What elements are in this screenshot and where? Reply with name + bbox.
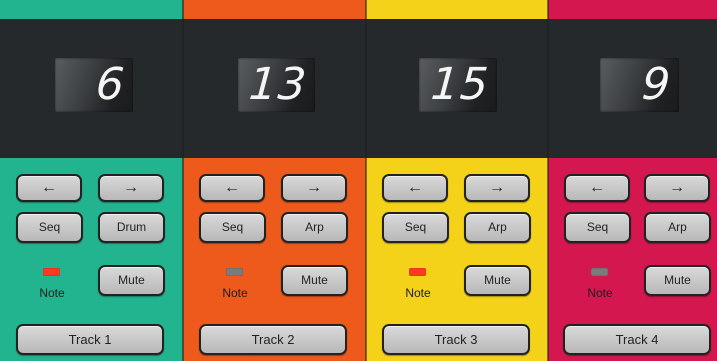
display-area: 15 (366, 19, 548, 158)
display-area: 13 (183, 19, 366, 158)
track-panel: ← → Seq Arp Note Mute Track 4 (548, 158, 717, 361)
note-led (226, 268, 243, 276)
note-label: Note (587, 286, 613, 300)
track-column-4: 9 ← → Seq Arp Note Mute Track 4 (548, 0, 717, 361)
mode-button[interactable]: Arp (281, 212, 348, 243)
prev-button[interactable]: ← (564, 174, 630, 202)
track-color-bar (366, 0, 548, 19)
track-select-button[interactable]: Track 1 (16, 324, 164, 355)
seq-button[interactable]: Seq (382, 212, 449, 243)
note-label: Note (405, 286, 431, 300)
note-label: Note (222, 286, 248, 300)
track-panel: ← → Seq Drum Note Mute Track 1 (0, 158, 183, 361)
prev-button[interactable]: ← (199, 174, 265, 202)
track-controller: 6 ← → Seq Drum Note Mute Track 1 13 ← → … (0, 0, 717, 361)
track-number-display: 15 (419, 58, 497, 112)
track-number: 13 (247, 59, 309, 110)
track-column-2: 13 ← → Seq Arp Note Mute Track 2 (183, 0, 366, 361)
track-number-display: 6 (55, 58, 133, 112)
arrow-right-icon: → (306, 179, 322, 196)
track-select-button[interactable]: Track 3 (382, 324, 530, 355)
arrow-right-icon: → (489, 179, 505, 196)
arrow-left-icon: ← (224, 179, 240, 196)
track-color-bar (0, 0, 183, 19)
mute-button[interactable]: Mute (464, 265, 531, 296)
next-button[interactable]: → (98, 174, 164, 202)
arrow-right-icon: → (669, 179, 685, 196)
prev-button[interactable]: ← (16, 174, 82, 202)
note-led (409, 268, 426, 276)
display-area: 6 (0, 19, 183, 158)
next-button[interactable]: → (281, 174, 347, 202)
track-color-bar (183, 0, 366, 19)
track-panel: ← → Seq Arp Note Mute Track 2 (183, 158, 366, 361)
prev-button[interactable]: ← (382, 174, 448, 202)
track-column-3: 15 ← → Seq Arp Note Mute Track 3 (366, 0, 548, 361)
mute-button[interactable]: Mute (644, 265, 711, 296)
note-led (591, 268, 608, 276)
mode-button[interactable]: Drum (98, 212, 165, 243)
column-divider (547, 0, 549, 361)
track-number: 6 (94, 59, 127, 110)
arrow-left-icon: ← (407, 179, 423, 196)
display-area: 9 (548, 19, 717, 158)
seq-button[interactable]: Seq (16, 212, 83, 243)
arrow-left-icon: ← (41, 179, 57, 196)
column-divider (365, 0, 367, 361)
track-select-button[interactable]: Track 2 (199, 324, 347, 355)
track-number-display: 9 (600, 58, 679, 112)
next-button[interactable]: → (644, 174, 710, 202)
arrow-left-icon: ← (589, 179, 605, 196)
track-panel: ← → Seq Arp Note Mute Track 3 (366, 158, 548, 361)
note-label: Note (39, 286, 65, 300)
track-select-button[interactable]: Track 4 (563, 324, 711, 355)
seq-button[interactable]: Seq (564, 212, 631, 243)
note-led (43, 268, 60, 276)
mute-button[interactable]: Mute (281, 265, 348, 296)
next-button[interactable]: → (464, 174, 530, 202)
track-color-bar (548, 0, 717, 19)
track-number: 15 (429, 59, 491, 110)
mode-button[interactable]: Arp (464, 212, 531, 243)
mode-button[interactable]: Arp (644, 212, 711, 243)
track-column-1: 6 ← → Seq Drum Note Mute Track 1 (0, 0, 183, 361)
arrow-right-icon: → (123, 179, 139, 196)
seq-button[interactable]: Seq (199, 212, 266, 243)
track-number-display: 13 (238, 58, 315, 112)
track-number: 9 (640, 59, 673, 110)
column-divider (182, 0, 184, 361)
mute-button[interactable]: Mute (98, 265, 165, 296)
